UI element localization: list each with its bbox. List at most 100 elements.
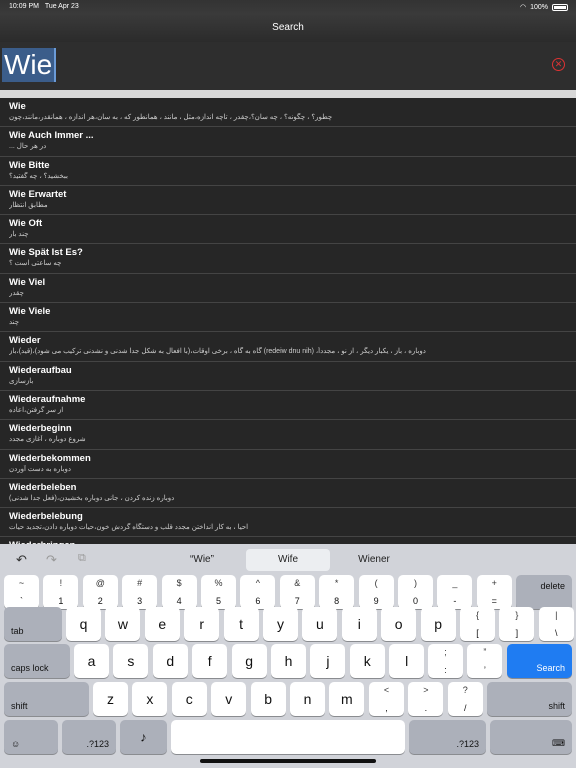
key-p[interactable]: p xyxy=(420,607,456,641)
nav-bar: Search xyxy=(0,14,576,42)
list-item[interactable]: Wie چطور؟ ، چگونه؟ ، چه سان؟،چقدر ، تاچه … xyxy=(0,98,576,128)
key-][interactable]: }] xyxy=(499,607,535,641)
list-item[interactable]: Wiederbeginn شروع دوباره ، آغازی مجدد xyxy=(0,420,576,450)
key-9[interactable]: (9 xyxy=(358,575,394,609)
list-item[interactable]: Wie Oft چند بار xyxy=(0,215,576,245)
key-j[interactable]: j xyxy=(310,644,346,678)
list-item[interactable]: Wiederaufnahme از سر گرفتن،اعاده xyxy=(0,391,576,421)
numbers-key-right[interactable]: .?123 xyxy=(409,720,486,754)
key-`[interactable]: ~ ` xyxy=(4,575,39,609)
key-symbol: [ xyxy=(476,628,479,638)
key-’[interactable]: ”’ xyxy=(467,644,503,678)
list-item[interactable]: Wiederbeleben دوباره زنده کردن ، جانی دوب… xyxy=(0,479,576,509)
key-n[interactable]: n xyxy=(290,682,325,716)
key-f[interactable]: f xyxy=(192,644,228,678)
key-r[interactable]: r xyxy=(184,607,220,641)
key-8[interactable]: * 8 xyxy=(319,575,355,609)
key-l[interactable]: l xyxy=(389,644,425,678)
key-h[interactable]: h xyxy=(271,644,306,678)
key-6[interactable]: ^ 6 xyxy=(240,575,276,609)
key-k[interactable]: k xyxy=(349,644,385,678)
suggestion-2[interactable]: Wife xyxy=(246,549,330,571)
key-y[interactable]: y xyxy=(263,607,298,641)
key-label: tab xyxy=(11,626,24,636)
key-label: q xyxy=(79,616,88,632)
result-word: Wie xyxy=(9,101,26,112)
result-word: Wie Viele xyxy=(9,306,51,318)
key-1[interactable]: ! 1 xyxy=(43,575,79,609)
list-item[interactable]: Wiederbekommen دوباره به دست آوردن xyxy=(0,450,576,479)
undo-icon[interactable]: ↶ xyxy=(16,552,27,568)
key-z[interactable]: z xyxy=(93,682,128,716)
key-w[interactable]: w xyxy=(105,607,141,641)
key-3[interactable]: #3 xyxy=(122,575,158,609)
key-.[interactable]: >. xyxy=(408,682,444,716)
key-symbol: : xyxy=(444,665,447,675)
key-label: w xyxy=(117,616,128,632)
delete-key[interactable]: delete xyxy=(516,575,572,609)
key-symbol: 8 xyxy=(334,596,340,606)
key-e[interactable]: e xyxy=(144,607,180,641)
emoji-key[interactable]: ☺ xyxy=(4,720,58,754)
key-label: d xyxy=(166,653,175,669)
close-icon: ✕ xyxy=(554,59,563,69)
key-/[interactable]: ? / xyxy=(447,682,483,716)
key-c[interactable]: c xyxy=(171,682,207,716)
key-b[interactable]: b xyxy=(250,682,286,716)
key-m[interactable]: m xyxy=(329,682,365,716)
paste-icon[interactable]: ⧉ xyxy=(78,552,86,565)
key-:[interactable]: ;: xyxy=(428,644,463,678)
key-\[interactable]: | \ xyxy=(538,607,574,641)
key-a[interactable]: a xyxy=(74,644,109,678)
result-definition: مطابق انتظار xyxy=(9,201,48,209)
key-4[interactable]: $4 xyxy=(161,575,197,609)
key-label: Search xyxy=(536,663,565,673)
redo-icon[interactable]: ↷ xyxy=(46,552,57,568)
list-item[interactable]: Wiederaufbau بازسازی xyxy=(0,362,576,391)
key-,[interactable]: <, xyxy=(369,682,404,716)
list-item[interactable]: Wie Spät Ist Es? چه ساعتی است ؟ xyxy=(0,244,576,274)
key-g[interactable]: g xyxy=(231,644,267,678)
clear-button[interactable]: ✕ xyxy=(552,58,565,71)
key-o[interactable]: o xyxy=(381,607,417,641)
key-=[interactable]: + = xyxy=(476,575,512,609)
dismiss-keyboard-key[interactable]: ⌨ xyxy=(490,720,572,754)
suggestion-1[interactable]: “Wie” xyxy=(160,549,244,571)
key-7[interactable]: & 7 xyxy=(279,575,315,609)
key-label: ♪ xyxy=(140,729,147,745)
shift-key-left[interactable]: shift xyxy=(4,682,89,716)
dictation-key[interactable]: ♪ xyxy=(120,720,167,754)
key--[interactable]: _ - xyxy=(437,575,473,609)
search-input[interactable]: Wie xyxy=(2,48,57,82)
key-2[interactable]: @2 xyxy=(82,575,118,609)
results-list[interactable]: Wie چطور؟ ، چگونه؟ ، چه سان؟،چقدر ، تاچه … xyxy=(0,98,576,544)
list-item[interactable]: Wie Bitte ببخشید؟ ، چه گفتید؟ xyxy=(0,157,576,186)
list-item[interactable]: Wieder دوباره ، باز ، یکبار دیگر ، از نو … xyxy=(0,332,576,362)
key-symbol: ; xyxy=(444,647,447,657)
key-i[interactable]: i xyxy=(341,607,377,641)
key-v[interactable]: v xyxy=(211,682,247,716)
key-symbol: 2 xyxy=(97,596,103,606)
suggestion-3[interactable]: Wiener xyxy=(332,549,416,571)
key-5[interactable]: % 5 xyxy=(201,575,236,609)
key-s[interactable]: s xyxy=(113,644,149,678)
space-key[interactable] xyxy=(171,720,405,754)
numbers-key-left[interactable]: .?123 xyxy=(62,720,116,754)
list-item[interactable]: Wie Auch Immer ... در هر حال ... xyxy=(0,127,576,157)
key-u[interactable]: u xyxy=(302,607,338,641)
list-item[interactable]: Wie Viel چقدر xyxy=(0,274,576,304)
key-[[interactable]: {[ xyxy=(460,607,495,641)
key-d[interactable]: d xyxy=(152,644,188,678)
key-label: z xyxy=(107,691,114,707)
tab-key[interactable]: tab xyxy=(4,607,62,641)
key-x[interactable]: x xyxy=(132,682,168,716)
key-q[interactable]: q xyxy=(66,607,101,641)
key-0[interactable]: ) 0 xyxy=(398,575,433,609)
list-item[interactable]: Wie Erwartet مطابق انتظار xyxy=(0,186,576,216)
caps-lock-key[interactable]: caps lock xyxy=(4,644,70,678)
shift-key-right[interactable]: shift xyxy=(487,682,572,716)
list-item[interactable]: Wiederbelebung احیا ، به کار انداختن مجدد… xyxy=(0,508,576,538)
key-t[interactable]: t xyxy=(223,607,259,641)
search-key[interactable]: Search xyxy=(507,644,572,678)
list-item[interactable]: Wie Viele چند xyxy=(0,303,576,333)
